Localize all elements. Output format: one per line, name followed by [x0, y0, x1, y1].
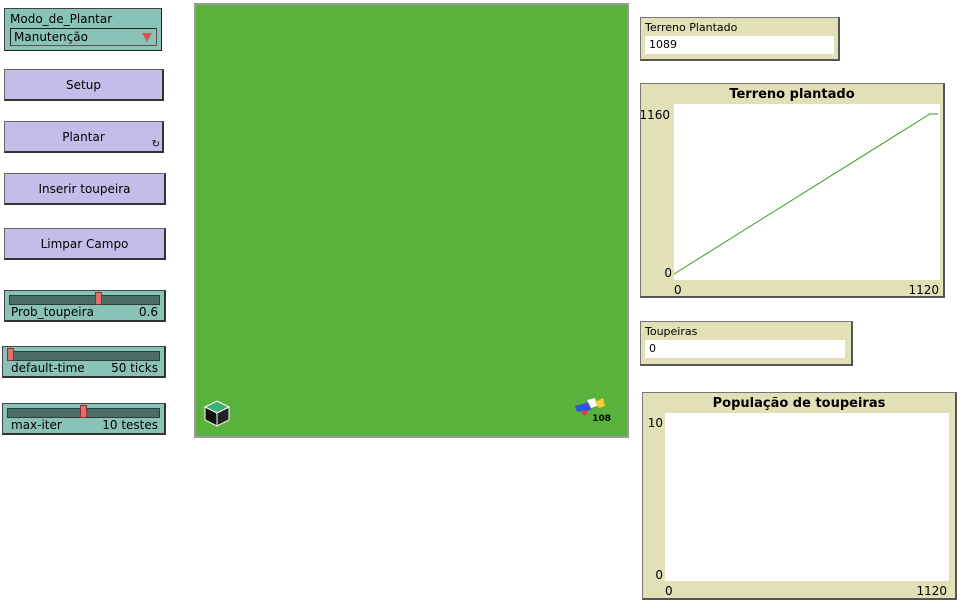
slider-default-time[interactable]: default-time 50 ticks	[2, 346, 166, 378]
plot-canvas: 10 0 0 1120	[648, 413, 949, 598]
monitor-toupeiras: Toupeiras 0	[640, 321, 853, 366]
chooser-select[interactable]: Manutenção	[10, 28, 157, 46]
plot-area	[674, 104, 940, 280]
monitor-label: Terreno Plantado	[645, 21, 738, 34]
monitor-value-box: 0	[645, 340, 845, 358]
slider-thumb[interactable]	[80, 405, 87, 418]
world-view[interactable]: 108	[194, 3, 629, 438]
plantar-button-label: Plantar	[62, 129, 105, 144]
plot-populacao-toupeiras: População de toupeiras 10 0 0 1120	[642, 392, 957, 600]
setup-button[interactable]: Setup	[4, 69, 164, 101]
monitor-label: Toupeiras	[645, 325, 698, 338]
monitor-value: 0	[649, 342, 656, 355]
slider-prob-toupeira[interactable]: Prob_toupeira 0.6	[4, 290, 166, 322]
y-min-label: 0	[655, 568, 663, 582]
limpar-campo-button[interactable]: Limpar Campo	[4, 228, 166, 260]
slider-name: max-iter	[11, 418, 62, 432]
slider-value: 10 testes	[102, 418, 158, 432]
x-max-label: 1120	[908, 283, 939, 297]
chooser-label: Modo_de_Plantar	[10, 12, 113, 26]
plantar-button[interactable]: Plantar ↻	[4, 121, 164, 153]
x-min-label: 0	[674, 283, 682, 297]
slider-max-iter[interactable]: max-iter 10 testes	[2, 403, 166, 435]
dropdown-arrow-icon[interactable]	[142, 33, 152, 42]
slider-value: 0.6	[138, 305, 158, 319]
forever-icon: ↻	[151, 139, 160, 150]
slider-name: default-time	[11, 361, 85, 375]
modo-de-plantar-chooser[interactable]: Modo_de_Plantar Manutenção	[4, 8, 162, 51]
y-min-label: 0	[664, 266, 672, 280]
slider-thumb[interactable]	[95, 292, 103, 305]
limpar-button-label: Limpar Campo	[40, 236, 129, 251]
monitor-value: 1089	[649, 38, 677, 51]
plot-area	[665, 413, 949, 581]
inserir-button-label: Inserir toupeira	[38, 181, 131, 196]
setup-button-label: Setup	[66, 77, 101, 92]
slider-value: 50 ticks	[111, 361, 158, 375]
y-max-label: 1160	[641, 108, 670, 122]
slider-thumb[interactable]	[7, 348, 14, 361]
plot-terreno-plantado: Terreno plantado 1160 0 0 1120	[640, 83, 945, 298]
x-min-label: 0	[665, 584, 673, 598]
3d-view-cube-icon[interactable]	[202, 398, 232, 428]
monitor-value-box: 1089	[645, 36, 834, 54]
plot-canvas: 1160 0 0 1120	[641, 104, 940, 297]
y-max-label: 10	[648, 416, 663, 430]
x-max-label: 1120	[916, 584, 947, 598]
monitor-terreno-plantado: Terreno Plantado 1089	[640, 17, 840, 61]
chooser-value: Manutenção	[14, 30, 88, 44]
slider-name: Prob_toupeira	[11, 305, 94, 319]
speed-label: 108	[592, 414, 611, 424]
slider-track[interactable]	[7, 351, 160, 361]
slider-track[interactable]	[9, 295, 160, 305]
inserir-toupeira-button[interactable]: Inserir toupeira	[4, 173, 166, 205]
